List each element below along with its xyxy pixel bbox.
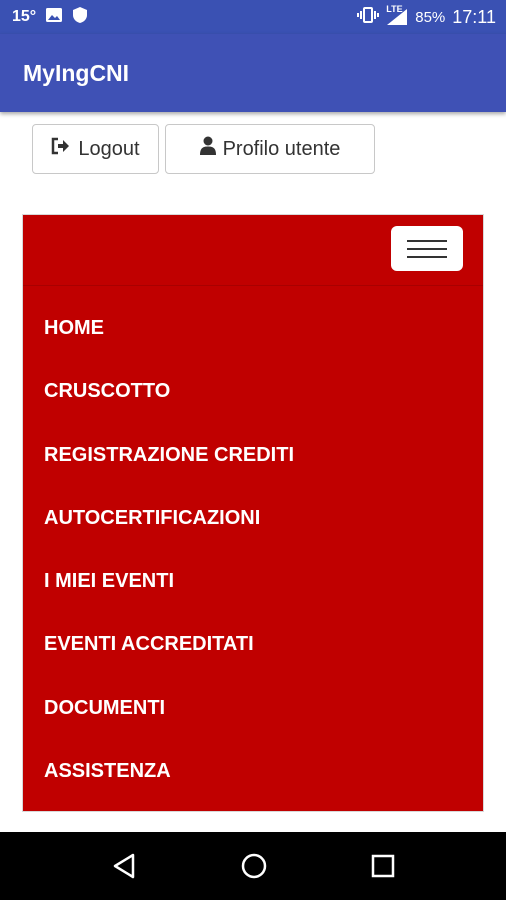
menu-item-i-miei-eventi[interactable]: I MIEI EVENTI — [23, 550, 483, 613]
network-type-text: LTE — [386, 4, 403, 14]
menu-toggle-button[interactable] — [391, 226, 463, 271]
menu-item-home[interactable]: HOME — [23, 297, 483, 360]
logout-label: Logout — [78, 137, 140, 160]
menu-item-autocertificazioni[interactable]: AUTOCERTIFICAZIONI — [23, 487, 483, 550]
signal-icon: LTE — [386, 4, 408, 26]
menu-item-documenti[interactable]: DOCUMENTI — [23, 677, 483, 740]
battery-text: 85% — [415, 8, 446, 26]
system-nav-bar — [0, 832, 506, 900]
hamburger-line — [407, 255, 447, 258]
nav-menu: HOME CRUSCOTTO REGISTRAZIONE CREDITI AUT… — [22, 214, 484, 812]
recents-icon[interactable] — [371, 854, 395, 878]
time-text: 17:11 — [452, 6, 496, 27]
status-bar: 15° LTE 85% 17:11 — [0, 0, 506, 34]
sign-out-icon — [51, 137, 71, 161]
hamburger-line — [407, 239, 447, 242]
vibrate-icon — [357, 6, 380, 28]
home-icon[interactable] — [240, 852, 268, 880]
logout-button[interactable]: Logout — [32, 124, 159, 174]
menu-item-cruscotto[interactable]: CRUSCOTTO — [23, 360, 483, 423]
menu-list: HOME CRUSCOTTO REGISTRAZIONE CREDITI AUT… — [23, 297, 483, 803]
profile-label: Profilo utente — [222, 137, 341, 160]
app-title: MyIngCNI — [23, 59, 130, 86]
menu-item-eventi-accreditati[interactable]: EVENTI ACCREDITATI — [23, 613, 483, 676]
temperature-text: 15° — [12, 8, 37, 25]
profile-button[interactable]: Profilo utente — [165, 124, 375, 174]
menu-item-assistenza[interactable]: ASSISTENZA — [23, 740, 483, 803]
menu-item-registrazione-crediti[interactable]: REGISTRAZIONE CREDITI — [23, 424, 483, 487]
nav-header — [23, 215, 483, 286]
shield-icon — [72, 6, 88, 29]
hamburger-line — [407, 247, 447, 250]
app-bar: MyIngCNI — [0, 34, 506, 112]
user-icon — [199, 136, 216, 162]
image-icon — [45, 7, 63, 28]
back-icon[interactable] — [111, 852, 137, 880]
